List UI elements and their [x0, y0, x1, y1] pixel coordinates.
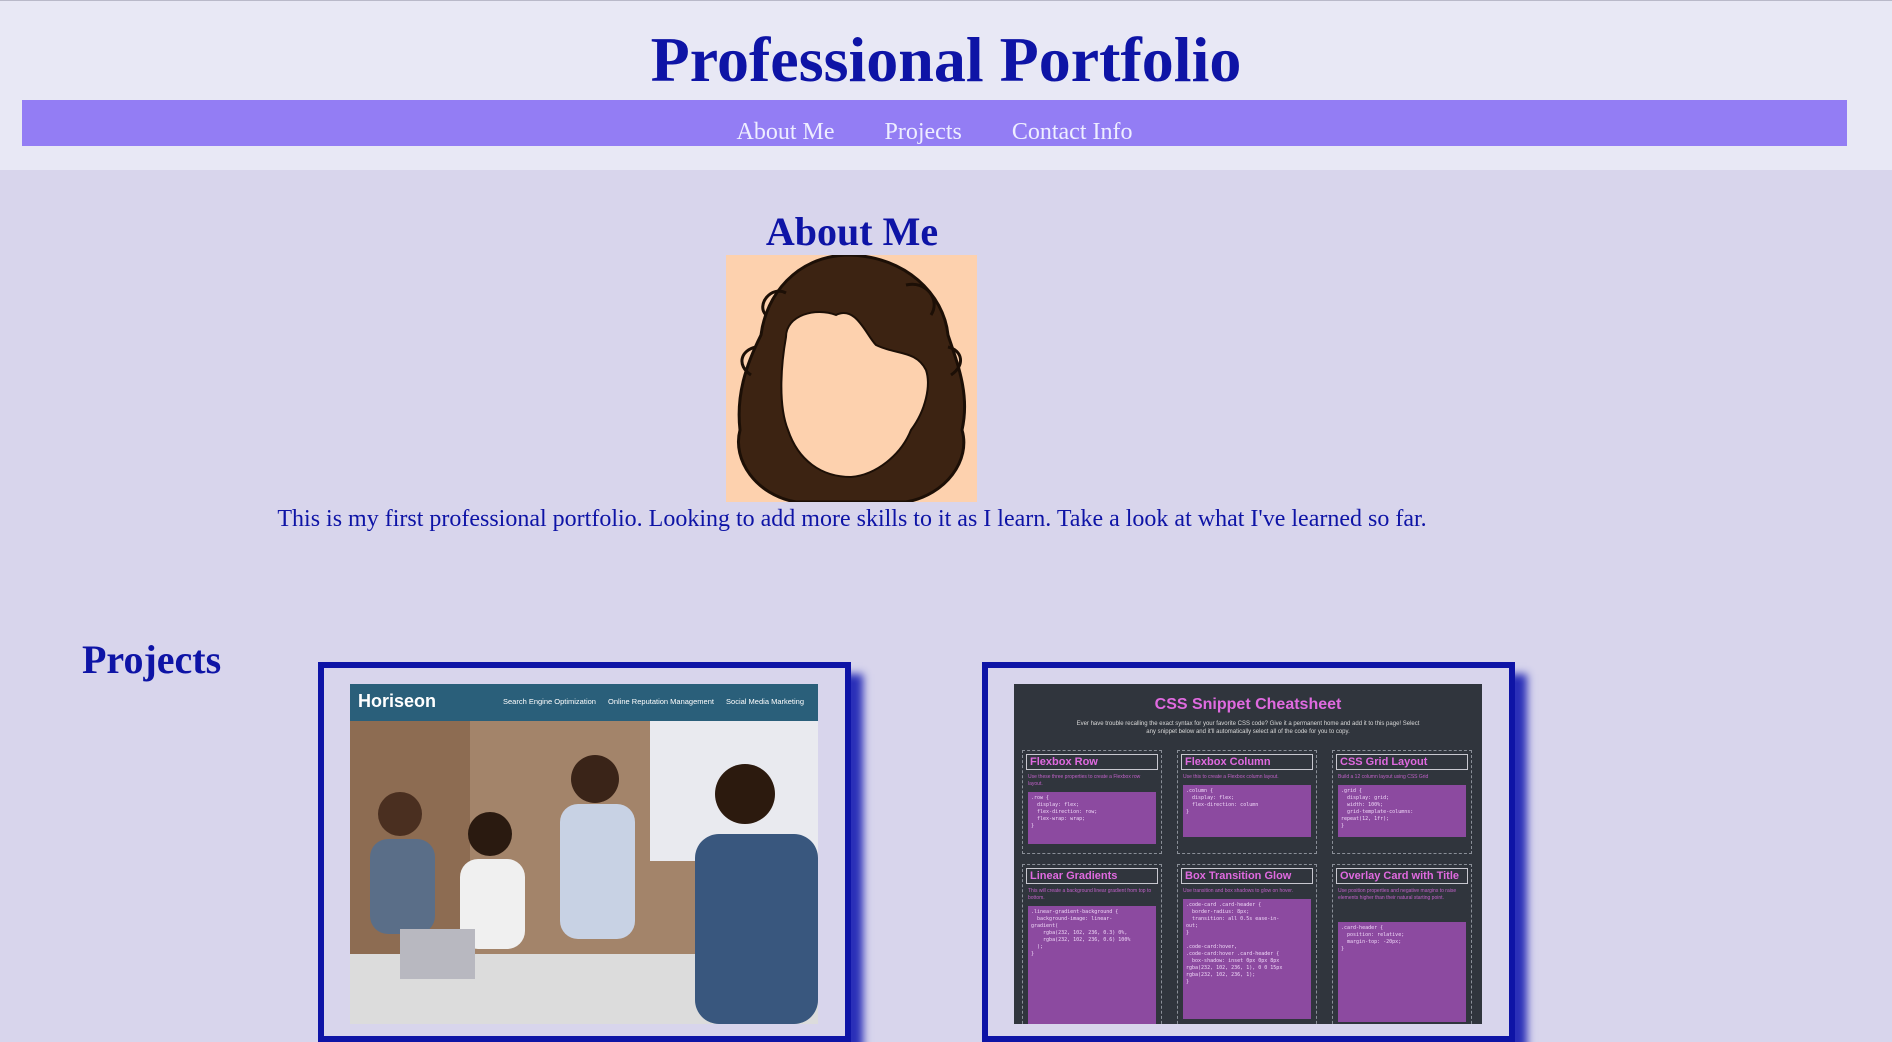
avatar-illustration: [726, 255, 977, 502]
project-card-horiseon[interactable]: Horiseon Search Engine Optimization Onli…: [318, 662, 851, 1042]
horiseon-link-seo: Search Engine Optimization: [502, 697, 596, 706]
panel-code: .code-card .card-header { border-radius:…: [1183, 899, 1311, 1019]
horiseon-screenshot[interactable]: Horiseon Search Engine Optimization Onli…: [350, 684, 818, 1024]
projects-heading: Projects: [82, 637, 222, 682]
cheatsheet-subtitle: Ever have trouble recalling the exact sy…: [1076, 721, 1420, 735]
panel-desc: This will create a background linear gra…: [1028, 888, 1152, 901]
horiseon-navbar: Horiseon Search Engine Optimization Onli…: [350, 684, 818, 721]
nav-link-contact-info[interactable]: Contact Info: [1012, 100, 1133, 148]
panel-desc: Use this to create a Flexbox column layo…: [1183, 774, 1279, 780]
horiseon-logo: Horiseon: [358, 691, 437, 711]
panel-desc: Use position properties and negative mar…: [1338, 888, 1457, 901]
cheatsheet-title: CSS Snippet Cheatsheet: [1154, 696, 1342, 713]
about-text: This is my first professional portfolio.…: [277, 506, 1427, 532]
panel-title: Flexbox Row: [1026, 754, 1158, 770]
site-header: Professional Portfolio About Me Projects…: [0, 0, 1892, 170]
panel-code: .column { display: flex; flex-direction:…: [1183, 785, 1311, 837]
nav-link-projects[interactable]: Projects: [885, 100, 962, 148]
panel-title: Box Transition Glow: [1181, 868, 1313, 884]
cheatsheet-panel-linear-gradients: Linear Gradients This will create a back…: [1022, 864, 1162, 1024]
panel-desc: Use transition and box shadows to glow o…: [1183, 888, 1294, 894]
panel-code: .grid { display: grid; width: 100%; grid…: [1338, 785, 1466, 837]
horiseon-links: Search Engine Optimization Online Reputa…: [493, 697, 804, 706]
horiseon-link-orm: Online Reputation Management: [608, 697, 714, 706]
panel-code: .linear-gradient-background { background…: [1028, 906, 1156, 1024]
cheatsheet-panel-flexbox-row: Flexbox Row Use these three properties t…: [1022, 750, 1162, 854]
panel-code: .card-header { position: relative; margi…: [1338, 922, 1466, 1022]
main-nav: About Me Projects Contact Info: [22, 100, 1847, 146]
panel-code: .row { display: flex; flex-direction: ro…: [1028, 792, 1156, 844]
project-card-css-cheatsheet[interactable]: CSS Snippet Cheatsheet Ever have trouble…: [982, 662, 1515, 1042]
nav-link-about-me[interactable]: About Me: [737, 100, 835, 148]
site-title: Professional Portfolio: [650, 24, 1242, 95]
horiseon-link-smm: Social Media Marketing: [726, 697, 804, 706]
meeting-photo: [350, 721, 818, 1024]
panel-title: CSS Grid Layout: [1336, 754, 1468, 770]
panel-title: Linear Gradients: [1026, 868, 1158, 884]
cheatsheet-screenshot[interactable]: CSS Snippet Cheatsheet Ever have trouble…: [1014, 684, 1482, 1024]
panel-desc: Build a 12 column layout using CSS Grid: [1338, 774, 1429, 780]
cheatsheet-panel-css-grid: CSS Grid Layout Build a 12 column layout…: [1332, 750, 1472, 854]
panel-title: Flexbox Column: [1181, 754, 1313, 770]
panel-title: Overlay Card with Title: [1336, 868, 1468, 884]
about-heading: About Me: [765, 209, 939, 254]
panel-desc: Use these three properties to create a F…: [1028, 774, 1141, 787]
cheatsheet-panel-flexbox-column: Flexbox Column Use this to create a Flex…: [1177, 750, 1317, 854]
cheatsheet-panel-overlay-card: Overlay Card with Title Use position pro…: [1332, 864, 1472, 1024]
cheatsheet-panel-box-transition-glow: Box Transition Glow Use transition and b…: [1177, 864, 1317, 1024]
